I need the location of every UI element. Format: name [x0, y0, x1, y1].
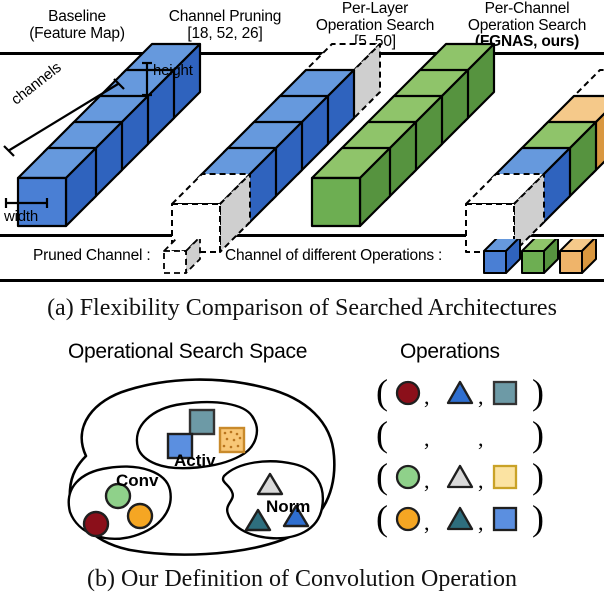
tuple-square-teal	[492, 380, 518, 406]
group-label-norm: Norm	[266, 497, 310, 516]
tuple-close-paren: )	[532, 456, 544, 496]
column-header-line1: Channel Pruning	[168, 8, 282, 25]
tuple-close-paren: )	[532, 414, 544, 454]
panel-convolution-definition: Operational Search Space Operations Acti…	[0, 340, 604, 570]
column-header-channel-pruning: Channel Pruning [18, 52, 26]	[150, 8, 300, 42]
legend-pruned-cube-icon	[160, 236, 206, 284]
conv-shape-dark-red	[82, 510, 110, 538]
tuple-close-paren: )	[532, 372, 544, 412]
tuple-row: (),,	[372, 456, 572, 498]
caption-b: (b) Our Definition of Convolution Operat…	[87, 566, 517, 592]
group-label-conv: Conv	[116, 471, 159, 490]
panel-flexibility-comparison: Baseline (Feature Map) Channel Pruning […	[0, 0, 604, 283]
tuple-triangle-blue	[446, 380, 474, 405]
cube-stack-per-channel	[452, 58, 604, 253]
tuple-close-paren: )	[532, 498, 544, 538]
operations-title: Operations	[400, 340, 500, 363]
legend-operations-label: Channel of different Operations :	[225, 247, 443, 264]
tuple-separator: ,	[478, 384, 484, 409]
channel-cube-green	[310, 146, 392, 228]
tuple-row: (),,	[372, 498, 572, 540]
cube-stack-per-layer	[300, 42, 496, 233]
operational-search-space-diagram: Activ Conv Norm	[24, 364, 354, 569]
column-header-line2: Operation Search	[315, 16, 435, 34]
tuple-square-light-yellow	[492, 464, 518, 490]
legend-cube-blue	[483, 236, 521, 274]
tuple-circle-green	[395, 464, 421, 490]
tuple-triangle-light-gray	[446, 464, 474, 489]
caption-a: (a) Flexibility Comparison of Searched A…	[47, 295, 557, 321]
tuple-circle-dark-red	[395, 380, 421, 406]
legend-pruned-label: Pruned Channel :	[33, 247, 151, 264]
tuple-separator: ,	[424, 468, 430, 493]
dimension-brackets	[3, 61, 152, 208]
conv-shape-orange	[126, 502, 154, 530]
legend-operation-cubes	[480, 236, 598, 284]
tuple-separator: ,	[424, 510, 430, 535]
tuple-separator: ,	[478, 468, 484, 493]
column-header-line1: Per-Layer	[341, 0, 409, 17]
tuple-open-paren: (	[376, 498, 388, 538]
column-header-line2: (Feature Map)	[29, 24, 125, 42]
tuple-triangle-teal	[446, 506, 474, 531]
column-header-line1: Baseline	[48, 8, 106, 25]
activ-shape-teal	[188, 408, 216, 436]
tuple-open-paren: (	[376, 456, 388, 496]
tuple-square-blue	[492, 506, 518, 532]
legend-cube-orange	[559, 236, 597, 274]
legend-row: Pruned Channel : Channel of different Op…	[0, 236, 604, 279]
tuple-open-paren: (	[376, 372, 388, 412]
column-header-line2: [18, 52, 26]	[187, 24, 263, 42]
tuple-separator: ,	[478, 510, 484, 535]
column-header-line1: Per-Channel	[484, 0, 570, 17]
tuple-separator: ,	[478, 426, 484, 451]
group-label-activ: Activ	[174, 451, 216, 470]
legend-cube-green	[521, 236, 559, 274]
tuple-open-paren: (	[376, 414, 388, 454]
tuple-separator: ,	[424, 426, 430, 451]
pruned-channel-cube	[163, 236, 201, 274]
search-space-title: Operational Search Space	[68, 340, 308, 363]
operations-tuple-list: (),, (),, (),, (),,	[372, 372, 572, 540]
tuple-row: (),,	[372, 414, 572, 456]
tuple-circle-orange	[395, 506, 421, 532]
tuple-separator: ,	[424, 384, 430, 409]
tuple-row: (),,	[372, 372, 572, 414]
column-header-line2: Operation Search	[467, 16, 587, 34]
column-header-baseline: Baseline (Feature Map)	[2, 8, 152, 42]
